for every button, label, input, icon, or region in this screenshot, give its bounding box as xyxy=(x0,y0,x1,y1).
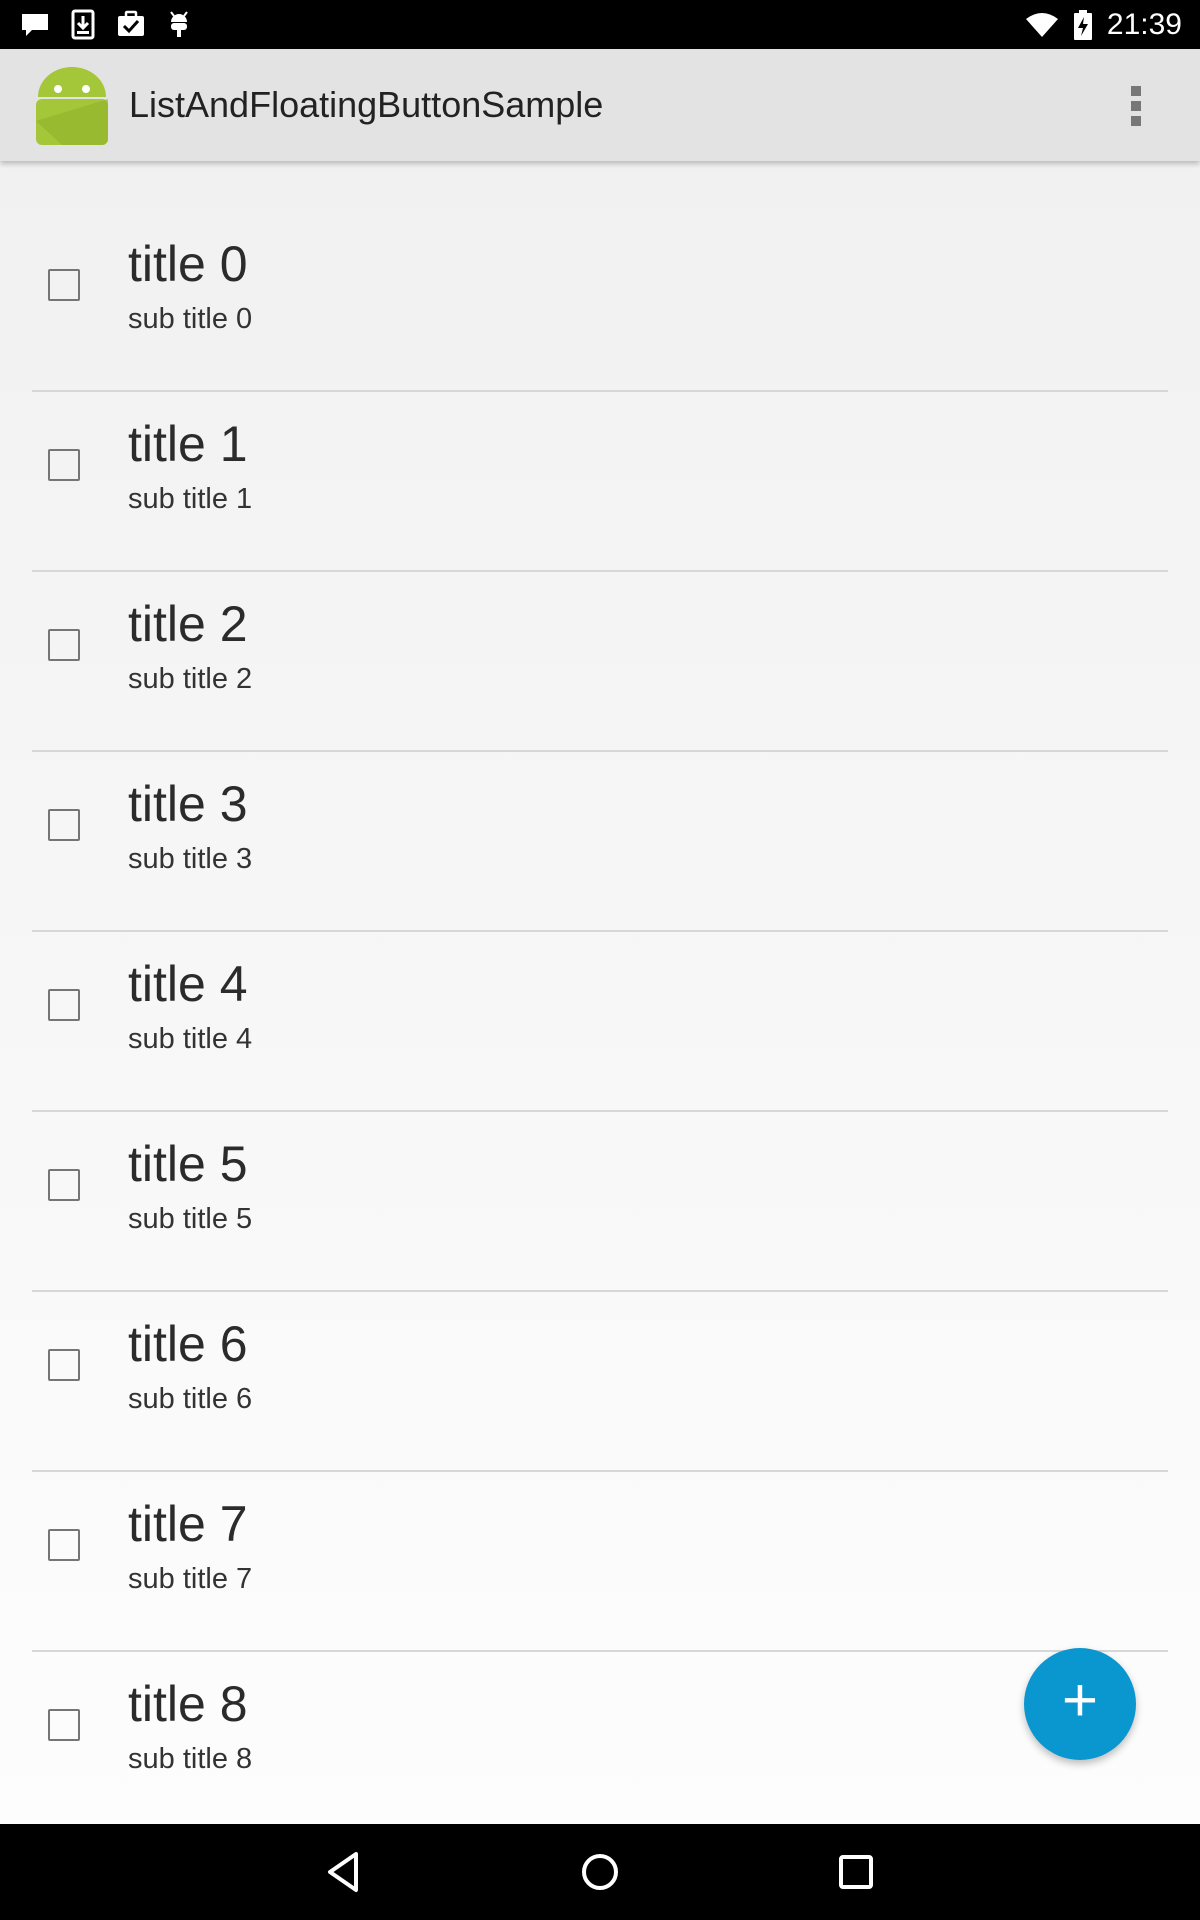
item-subtitle: sub title 6 xyxy=(128,1383,253,1415)
navigation-bar xyxy=(0,1824,1200,1920)
item-subtitle: sub title 1 xyxy=(128,483,253,515)
item-title: title 3 xyxy=(128,776,248,832)
item-title: title 0 xyxy=(128,236,248,292)
app-title: ListAndFloatingButtonSample xyxy=(129,84,604,125)
home-icon[interactable] xyxy=(576,1848,624,1896)
message-icon xyxy=(22,14,48,36)
item-title: title 7 xyxy=(128,1496,248,1552)
list-item[interactable]: title 7 sub title 7 xyxy=(32,1472,1168,1652)
list-item[interactable]: title 1 sub title 1 xyxy=(32,392,1168,572)
item-title: title 5 xyxy=(128,1136,248,1192)
item-list: title 0 sub title 0 title 1 sub title 1 … xyxy=(32,212,1168,1824)
checkbox[interactable] xyxy=(48,1709,80,1741)
item-title: title 8 xyxy=(128,1676,248,1732)
checkbox[interactable] xyxy=(48,1529,80,1561)
system-status: 21:39 xyxy=(1025,8,1182,42)
clipboard-check-icon xyxy=(118,10,144,36)
checkbox[interactable] xyxy=(48,809,80,841)
item-title: title 2 xyxy=(128,596,248,652)
content-area: title 0 sub title 0 title 1 sub title 1 … xyxy=(0,161,1200,1824)
plus-icon: + xyxy=(1061,1666,1099,1735)
checkbox[interactable] xyxy=(48,989,80,1021)
action-bar: ListAndFloatingButtonSample xyxy=(0,49,1200,161)
list-item[interactable]: title 8 sub title 8 xyxy=(32,1652,1168,1824)
clock: 21:39 xyxy=(1106,8,1182,41)
list-item[interactable]: title 0 sub title 0 xyxy=(32,212,1168,392)
checkbox[interactable] xyxy=(48,629,80,661)
checkbox[interactable] xyxy=(48,449,80,481)
list-item[interactable]: title 4 sub title 4 xyxy=(32,932,1168,1112)
wifi-icon xyxy=(1025,13,1058,37)
add-fab-button[interactable]: + xyxy=(1024,1648,1136,1760)
item-subtitle: sub title 0 xyxy=(128,303,253,335)
item-title: title 4 xyxy=(128,956,248,1012)
status-bar: 21:39 xyxy=(0,0,1200,49)
item-subtitle: sub title 2 xyxy=(128,663,253,695)
notification-icons xyxy=(20,8,194,40)
recents-icon[interactable] xyxy=(832,1848,880,1896)
item-subtitle: sub title 4 xyxy=(128,1023,253,1055)
list-item[interactable]: title 2 sub title 2 xyxy=(32,572,1168,752)
item-subtitle: sub title 7 xyxy=(128,1563,253,1595)
item-subtitle: sub title 8 xyxy=(128,1743,253,1775)
checkbox[interactable] xyxy=(48,1169,80,1201)
battery-charging-icon xyxy=(1073,10,1092,40)
back-icon[interactable] xyxy=(320,1848,368,1896)
item-title: title 6 xyxy=(128,1316,248,1372)
download-icon xyxy=(71,9,95,40)
overflow-menu-icon[interactable] xyxy=(1120,83,1152,129)
android-debug-icon xyxy=(170,11,188,37)
checkbox[interactable] xyxy=(48,1349,80,1381)
android-launcher-icon xyxy=(36,67,108,145)
list-item[interactable]: title 3 sub title 3 xyxy=(32,752,1168,932)
checkbox[interactable] xyxy=(48,269,80,301)
list-item[interactable]: title 5 sub title 5 xyxy=(32,1112,1168,1292)
item-subtitle: sub title 3 xyxy=(128,843,253,875)
item-subtitle: sub title 5 xyxy=(128,1203,253,1235)
list-item[interactable]: title 6 sub title 6 xyxy=(32,1292,1168,1472)
item-title: title 1 xyxy=(128,416,248,472)
